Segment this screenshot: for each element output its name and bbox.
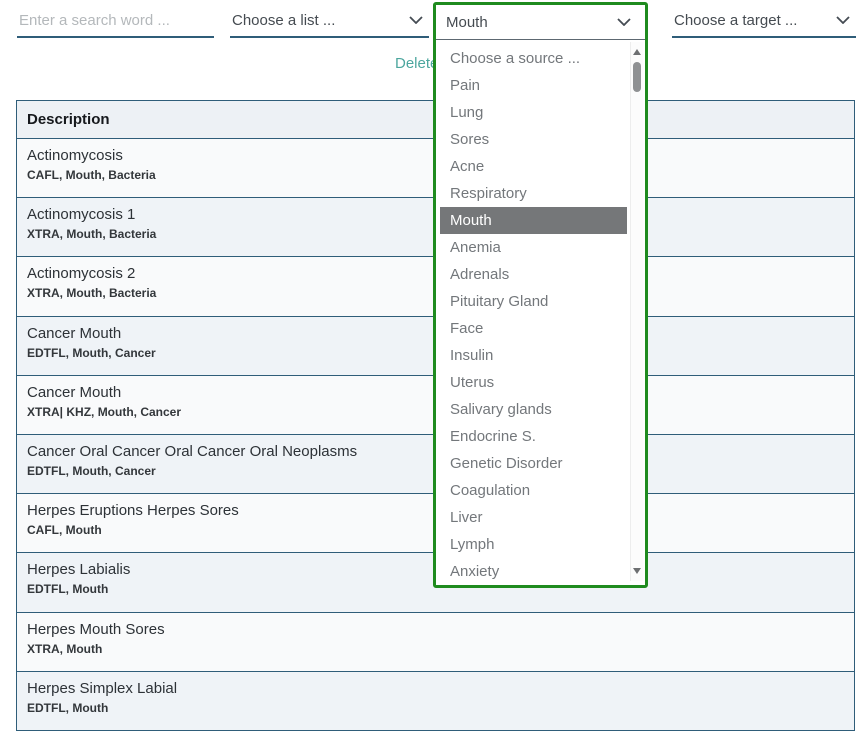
chevron-down-icon bbox=[836, 16, 850, 24]
dropdown-option[interactable]: Sores bbox=[440, 126, 627, 153]
chevron-down-icon bbox=[617, 18, 631, 26]
row-subtitle: XTRA, Mouth bbox=[27, 642, 844, 656]
search-field[interactable] bbox=[17, 4, 214, 38]
list-select-value: Choose a list ... bbox=[232, 12, 335, 29]
row-subtitle: EDTFL, Mouth bbox=[27, 701, 844, 715]
dropdown-option[interactable]: Uterus bbox=[440, 369, 627, 396]
dropdown-option[interactable]: Lung bbox=[440, 99, 627, 126]
row-title: Herpes Simplex Labial bbox=[27, 680, 844, 697]
source-select-value: Mouth bbox=[446, 14, 488, 31]
dropdown-option[interactable]: Pituitary Gland bbox=[440, 288, 627, 315]
table-row[interactable]: Herpes Mouth Sores XTRA, Mouth bbox=[17, 612, 854, 671]
source-dropdown-open: Mouth Choose a source ... Pain Lung Sore… bbox=[433, 2, 648, 588]
dropdown-option[interactable]: Anemia bbox=[440, 234, 627, 261]
target-select-value: Choose a target ... bbox=[674, 12, 797, 29]
dropdown-option[interactable]: Acne bbox=[440, 153, 627, 180]
dropdown-option[interactable]: Choose a source ... bbox=[440, 45, 627, 72]
list-select[interactable]: Choose a list ... bbox=[230, 4, 429, 38]
dropdown-option[interactable]: Genetic Disorder bbox=[440, 450, 627, 477]
scroll-down-arrow-icon[interactable] bbox=[633, 568, 641, 574]
source-dropdown-list: Choose a source ... Pain Lung Sores Acne… bbox=[436, 40, 645, 583]
dropdown-option[interactable]: Respiratory bbox=[440, 180, 627, 207]
dropdown-option-selected[interactable]: Mouth bbox=[440, 207, 627, 234]
scroll-up-arrow-icon[interactable] bbox=[633, 49, 641, 55]
scrollbar-thumb[interactable] bbox=[633, 62, 641, 92]
dropdown-option[interactable]: Endocrine S. bbox=[440, 423, 627, 450]
table-row[interactable]: Herpes Simplex Labial EDTFL, Mouth bbox=[17, 671, 854, 730]
dropdown-option[interactable]: Adrenals bbox=[440, 261, 627, 288]
dropdown-option[interactable]: Salivary glands bbox=[440, 396, 627, 423]
dropdown-option[interactable]: Liver bbox=[440, 504, 627, 531]
frequency-search-page: Choose a list ... Choose a target ... De… bbox=[0, 0, 868, 744]
dropdown-option[interactable]: Insulin bbox=[440, 342, 627, 369]
row-title: Herpes Mouth Sores bbox=[27, 621, 844, 638]
dropdown-option[interactable]: Lymph bbox=[440, 531, 627, 558]
target-select[interactable]: Choose a target ... bbox=[672, 4, 856, 38]
dropdown-option[interactable]: Pain bbox=[440, 72, 627, 99]
dropdown-scrollbar[interactable] bbox=[630, 42, 643, 581]
dropdown-option[interactable]: Coagulation bbox=[440, 477, 627, 504]
dropdown-option[interactable]: Face bbox=[440, 315, 627, 342]
dropdown-option[interactable]: Anxiety bbox=[440, 558, 627, 585]
source-select[interactable]: Mouth bbox=[436, 5, 645, 40]
chevron-down-icon bbox=[409, 16, 423, 24]
search-input[interactable] bbox=[19, 12, 208, 29]
